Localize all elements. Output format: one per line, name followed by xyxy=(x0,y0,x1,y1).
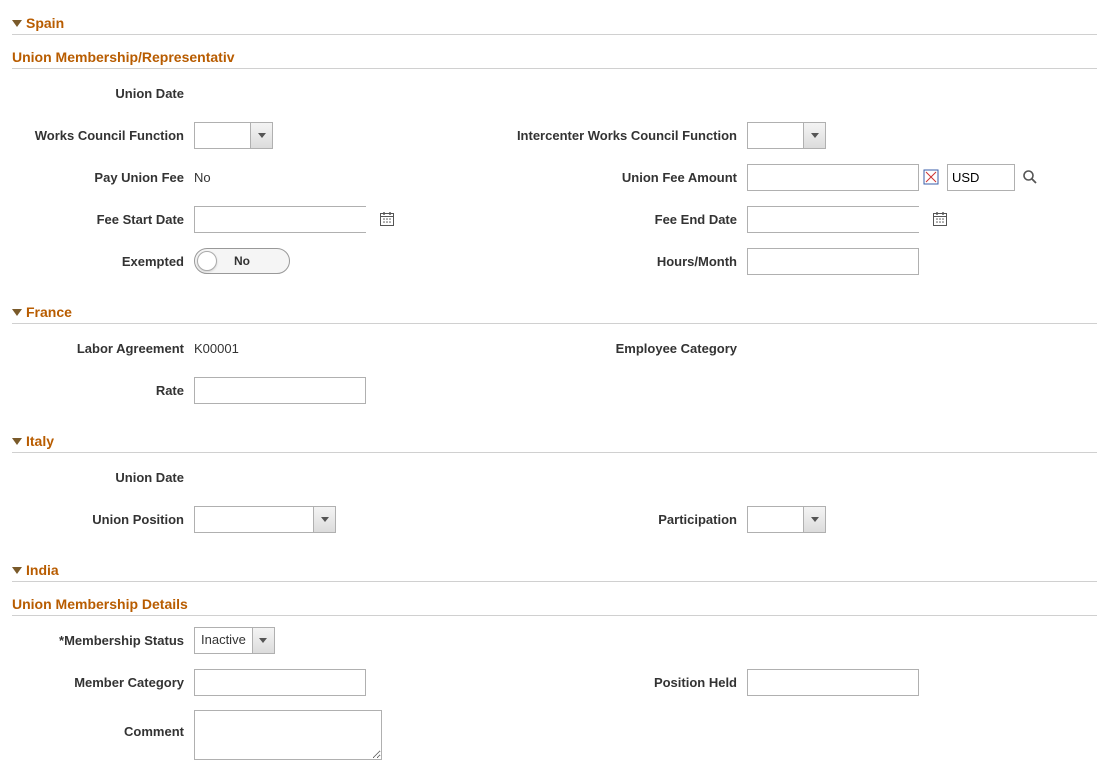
chevron-down-icon xyxy=(252,628,274,653)
label-hours-month: Hours/Month xyxy=(472,254,747,269)
intercenter-select[interactable] xyxy=(747,122,826,149)
subsection-header-membership-details: Union Membership Details xyxy=(12,590,1097,616)
position-held-input[interactable] xyxy=(747,669,919,696)
italy-form: Union Date Union Position Participation xyxy=(12,453,1097,551)
label-pay-union-fee: Pay Union Fee xyxy=(12,170,194,185)
toggle-label: No xyxy=(234,254,250,268)
label-fee-start-date: Fee Start Date xyxy=(12,212,194,227)
search-icon[interactable] xyxy=(1021,168,1039,186)
section-header-italy[interactable]: Italy xyxy=(12,430,1097,453)
union-position-select[interactable] xyxy=(194,506,336,533)
chevron-down-icon xyxy=(250,123,272,148)
works-council-select[interactable] xyxy=(194,122,273,149)
chevron-down-icon xyxy=(803,507,825,532)
participation-select[interactable] xyxy=(747,506,826,533)
label-membership-status: *Membership Status xyxy=(12,633,194,648)
subsection-title: Union Membership Details xyxy=(12,596,188,612)
label-union-date: Union Date xyxy=(12,86,194,101)
label-member-category: Member Category xyxy=(12,675,194,690)
label-labor-agreement: Labor Agreement xyxy=(12,341,194,356)
fee-end-date-input[interactable] xyxy=(748,207,932,232)
label-participation: Participation xyxy=(472,512,747,527)
section-header-france[interactable]: France xyxy=(12,301,1097,324)
label-rate: Rate xyxy=(12,383,194,398)
section-header-india[interactable]: India xyxy=(12,559,1097,582)
exempted-toggle[interactable]: No xyxy=(194,248,290,274)
spain-form: Union Date Works Council Function Interc… xyxy=(12,69,1097,293)
label-position-held: Position Held xyxy=(472,675,747,690)
fee-start-date-field[interactable] xyxy=(194,206,366,233)
calendar-icon[interactable] xyxy=(932,207,948,232)
toggle-knob xyxy=(197,251,217,271)
chevron-down-icon xyxy=(313,507,335,532)
label-fee-end-date: Fee End Date xyxy=(472,212,747,227)
value-pay-union-fee: No xyxy=(194,170,211,185)
france-form: Labor Agreement K00001 Employee Category… xyxy=(12,324,1097,422)
fee-start-date-input[interactable] xyxy=(195,207,379,232)
rate-input[interactable] xyxy=(194,377,366,404)
comment-textarea[interactable] xyxy=(194,710,382,760)
collapse-icon xyxy=(12,567,22,574)
section-title: Italy xyxy=(26,433,54,449)
membership-status-select[interactable]: Inactive xyxy=(194,627,275,654)
fee-end-date-field[interactable] xyxy=(747,206,919,233)
related-actions-icon[interactable] xyxy=(923,169,939,185)
chevron-down-icon xyxy=(803,123,825,148)
subsection-header-union-membership: Union Membership/Representativ xyxy=(12,43,1097,69)
member-category-input[interactable] xyxy=(194,669,366,696)
section-title: France xyxy=(26,304,72,320)
section-title: Spain xyxy=(26,15,64,31)
subsection-title: Union Membership/Representativ xyxy=(12,49,235,65)
label-comment: Comment xyxy=(12,710,194,739)
value-labor-agreement: K00001 xyxy=(194,341,239,356)
section-title: India xyxy=(26,562,59,578)
label-exempted: Exempted xyxy=(12,254,194,269)
collapse-icon xyxy=(12,309,22,316)
union-fee-amount-input[interactable] xyxy=(747,164,919,191)
label-intercenter: Intercenter Works Council Function xyxy=(472,128,747,143)
section-header-spain[interactable]: Spain xyxy=(12,12,1097,35)
currency-input[interactable] xyxy=(947,164,1015,191)
india-form: *Membership Status Inactive Member Categ… xyxy=(12,616,1097,778)
label-employee-category: Employee Category xyxy=(472,341,747,356)
label-union-position: Union Position xyxy=(12,512,194,527)
calendar-icon[interactable] xyxy=(379,207,395,232)
hours-month-input[interactable] xyxy=(747,248,919,275)
label-union-date-italy: Union Date xyxy=(12,470,194,485)
collapse-icon xyxy=(12,438,22,445)
collapse-icon xyxy=(12,20,22,27)
label-union-fee-amount: Union Fee Amount xyxy=(472,170,747,185)
label-works-council: Works Council Function xyxy=(12,128,194,143)
